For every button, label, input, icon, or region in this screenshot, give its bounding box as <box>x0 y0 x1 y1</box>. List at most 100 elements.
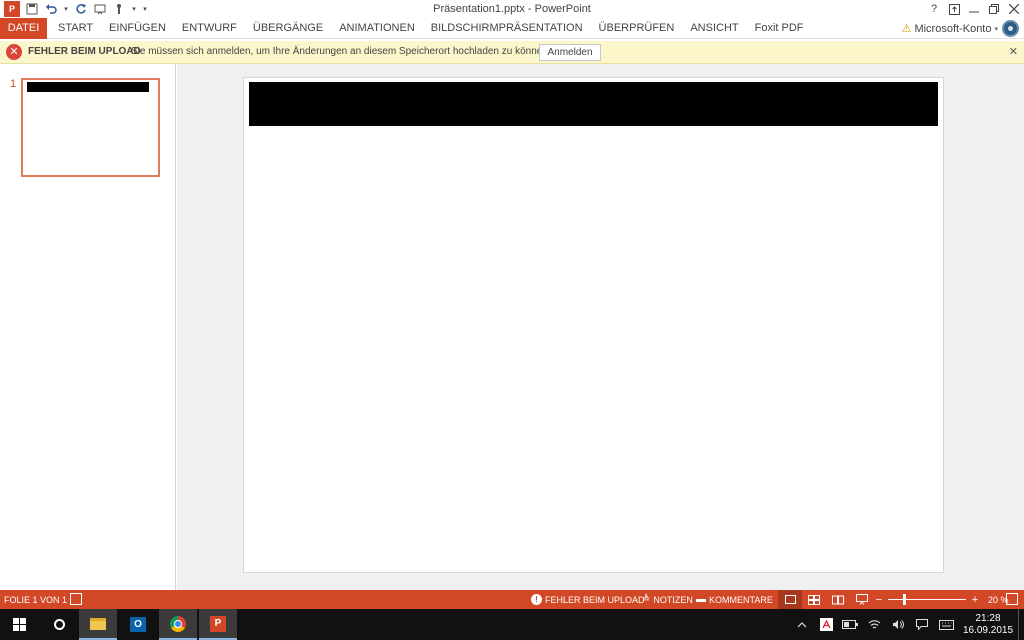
status-bar: FOLIE 1 VON 1 ! FEHLER BEIM UPLOAD ≜ NOT… <box>0 590 1024 609</box>
keyboard-icon[interactable] <box>934 609 958 640</box>
taskbar-chrome[interactable] <box>159 609 197 640</box>
search-icon <box>53 619 65 630</box>
powerpoint-icon: P <box>210 615 226 632</box>
search-button[interactable] <box>40 609 78 640</box>
redo-icon[interactable] <box>73 1 89 17</box>
message-text: Sie müssen sich anmelden, um Ihre Änderu… <box>131 46 551 57</box>
customize-qat-icon[interactable]: ▾ <box>141 1 149 17</box>
wifi-icon[interactable] <box>862 609 886 640</box>
notes-button[interactable]: ≜ NOTIZEN <box>642 593 693 606</box>
slide-sorter-button[interactable] <box>802 590 826 609</box>
error-icon: ✕ <box>6 44 22 60</box>
help-icon[interactable]: ? <box>924 0 944 18</box>
tab-design[interactable]: ENTWURF <box>174 18 245 39</box>
battery-icon[interactable] <box>838 609 862 640</box>
action-center-icon[interactable] <box>910 609 934 640</box>
tab-view[interactable]: ANSICHT <box>682 18 746 39</box>
chevron-up-icon[interactable] <box>790 609 814 640</box>
sign-in-button[interactable]: Anmelden <box>539 44 601 61</box>
fit-slide-to-window-icon[interactable] <box>1006 593 1018 605</box>
system-tray: 21:28 16.09.2015 <box>790 609 1024 640</box>
outlook-icon: O <box>130 617 146 632</box>
ribbon-display-options-icon[interactable] <box>944 0 964 18</box>
slide-thumbnail[interactable] <box>21 78 160 177</box>
quick-access-toolbar: ▾ ▾ ▾ <box>24 1 149 17</box>
upload-status-label: FEHLER BEIM UPLOAD <box>545 594 645 605</box>
slide-thumbnail-pane: 1 <box>0 64 176 590</box>
warning-icon: ⚠ <box>901 23 912 35</box>
touch-dropdown-icon[interactable]: ▾ <box>130 1 138 17</box>
windows-logo-icon <box>12 618 26 631</box>
account-label[interactable]: Microsoft-Konto <box>914 23 991 35</box>
slide-counter: FOLIE 1 VON 1 <box>4 595 68 605</box>
folder-icon <box>90 617 106 630</box>
comments-label: KOMMENTARE <box>709 594 773 605</box>
clock-time: 21:28 <box>975 612 1001 624</box>
slide-title-redaction[interactable] <box>249 82 938 126</box>
tab-start[interactable]: START <box>50 18 101 39</box>
presentation-from-start-icon[interactable] <box>92 1 108 17</box>
title-bar: P ▾ ▾ ▾ Präsentation1.pptx - PowerPoint … <box>0 0 1024 18</box>
reading-view-icon <box>832 595 844 604</box>
undo-dropdown-icon[interactable]: ▾ <box>62 1 70 17</box>
window-controls: ? <box>924 0 1024 18</box>
start-button[interactable] <box>0 609 38 640</box>
view-buttons <box>778 590 874 609</box>
zoom-control: − + 20 % <box>874 593 1009 606</box>
close-message-icon[interactable]: ✕ <box>1009 45 1018 58</box>
tab-insert[interactable]: EINFÜGEN <box>101 18 174 39</box>
upload-error-icon: ! <box>531 594 542 605</box>
powerpoint-app-icon[interactable]: P <box>4 1 20 17</box>
chrome-icon <box>170 615 186 632</box>
slide-canvas[interactable] <box>243 77 944 573</box>
tab-review[interactable]: ÜBERPRÜFEN <box>591 18 683 39</box>
upload-status[interactable]: ! FEHLER BEIM UPLOAD <box>531 593 645 606</box>
taskbar-file-explorer[interactable] <box>79 609 117 640</box>
slide-editing-area <box>177 64 1024 590</box>
chevron-down-icon[interactable]: ▾ <box>994 25 998 33</box>
clock-date: 16.09.2015 <box>962 624 1014 636</box>
acrobat-tray-icon[interactable] <box>814 609 838 640</box>
ribbon-tabs: DATEI START EINFÜGEN ENTWURF ÜBERGÄNGE A… <box>0 18 1024 39</box>
upload-error-message-bar: ✕ FEHLER BEIM UPLOAD Sie müssen sich anm… <box>0 41 1024 64</box>
slide-number: 1 <box>10 78 17 90</box>
normal-view-button[interactable] <box>778 590 802 609</box>
thumbnail-title-redaction <box>27 82 149 92</box>
zoom-slider[interactable] <box>888 594 966 605</box>
tab-slideshow[interactable]: BILDSCHIRMPRÄSENTATION <box>423 18 591 39</box>
tab-animations[interactable]: ANIMATIONEN <box>331 18 423 39</box>
tab-foxit-pdf[interactable]: Foxit PDF <box>747 18 812 39</box>
avatar[interactable] <box>1002 20 1019 37</box>
touch-mode-icon[interactable] <box>111 1 127 17</box>
normal-view-icon <box>784 595 796 604</box>
account-area[interactable]: ⚠ Microsoft-Konto ▾ <box>902 18 1024 39</box>
windows-taskbar: O P 21:28 16.09.2015 <box>0 609 1024 640</box>
tab-transitions[interactable]: ÜBERGÄNGE <box>245 18 331 39</box>
window-title: Präsentation1.pptx - PowerPoint <box>433 3 591 15</box>
taskbar-outlook[interactable]: O <box>119 609 157 640</box>
message-title: FEHLER BEIM UPLOAD <box>28 46 141 57</box>
clock[interactable]: 21:28 16.09.2015 <box>958 613 1018 637</box>
zoom-in-button[interactable]: + <box>970 594 980 606</box>
volume-icon[interactable] <box>886 609 910 640</box>
minimize-icon[interactable] <box>964 0 984 18</box>
close-icon[interactable] <box>1004 0 1024 18</box>
show-desktop-button[interactable] <box>1018 609 1024 640</box>
notes-icon: ≜ <box>642 594 651 605</box>
undo-icon[interactable] <box>43 1 59 17</box>
spell-check-icon[interactable] <box>70 593 82 605</box>
slideshow-icon <box>856 594 868 605</box>
zoom-out-button[interactable]: − <box>874 594 884 606</box>
restore-icon[interactable] <box>984 0 1004 18</box>
comment-icon: ▬ <box>696 594 706 605</box>
comments-button[interactable]: ▬ KOMMENTARE <box>696 593 773 606</box>
slide-sorter-icon <box>808 594 820 605</box>
save-icon[interactable] <box>24 1 40 17</box>
reading-view-button[interactable] <box>826 590 850 609</box>
taskbar-powerpoint[interactable]: P <box>199 609 237 640</box>
slideshow-button[interactable] <box>850 590 874 609</box>
ribbon-tab-list: START EINFÜGEN ENTWURF ÜBERGÄNGE ANIMATI… <box>50 18 812 39</box>
zoom-slider-thumb[interactable] <box>903 594 906 605</box>
notes-label: NOTIZEN <box>653 594 693 605</box>
tab-file[interactable]: DATEI <box>0 18 47 39</box>
